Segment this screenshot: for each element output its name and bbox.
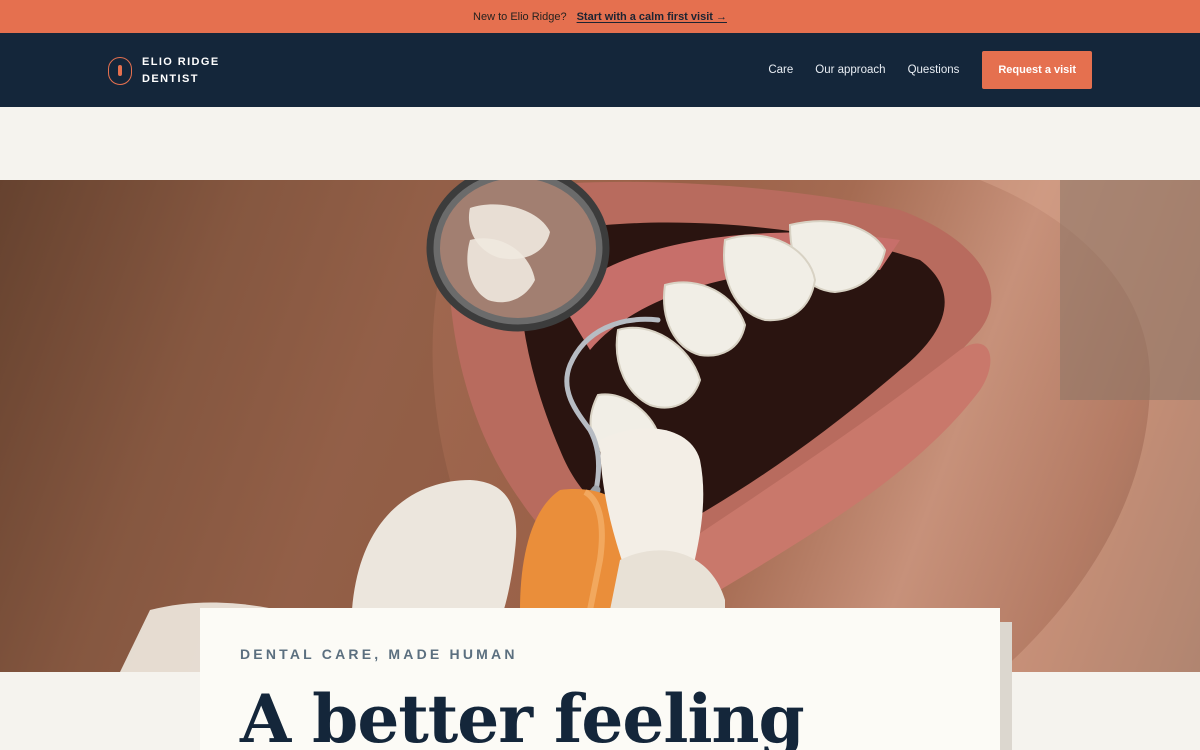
dental-exam-illustration: [0, 180, 1200, 672]
nav-care[interactable]: Care: [768, 64, 793, 76]
brand-line-2: DENTIST: [142, 73, 199, 85]
announcement-bar: New to Elio Ridge? Start with a calm fir…: [0, 0, 1200, 33]
nav-our-approach[interactable]: Our approach: [815, 64, 885, 76]
nav-questions[interactable]: Questions: [908, 64, 960, 76]
intro-card: DENTAL CARE, MADE HUMAN A better feeling: [200, 608, 1000, 750]
intro-headline: A better feeling: [240, 680, 805, 750]
brand-logo[interactable]: ELIO RIDGE DENTIST: [108, 55, 220, 86]
brand-name: ELIO RIDGE DENTIST: [142, 55, 220, 86]
intro-eyebrow: DENTAL CARE, MADE HUMAN: [240, 646, 518, 662]
hero-photo: [0, 180, 1200, 672]
main-nav: Care Our approach Questions Request a vi…: [768, 51, 1092, 89]
card-shadow: [1000, 622, 1012, 750]
brand-line-1: ELIO RIDGE: [142, 56, 220, 68]
site-header: ELIO RIDGE DENTIST Care Our approach Que…: [0, 33, 1200, 107]
announcement-text: New to Elio Ridge?: [473, 10, 567, 23]
request-visit-button[interactable]: Request a visit: [982, 51, 1092, 89]
first-visit-link[interactable]: Start with a calm first visit →: [577, 11, 727, 23]
tooth-logo-icon: [108, 56, 132, 85]
